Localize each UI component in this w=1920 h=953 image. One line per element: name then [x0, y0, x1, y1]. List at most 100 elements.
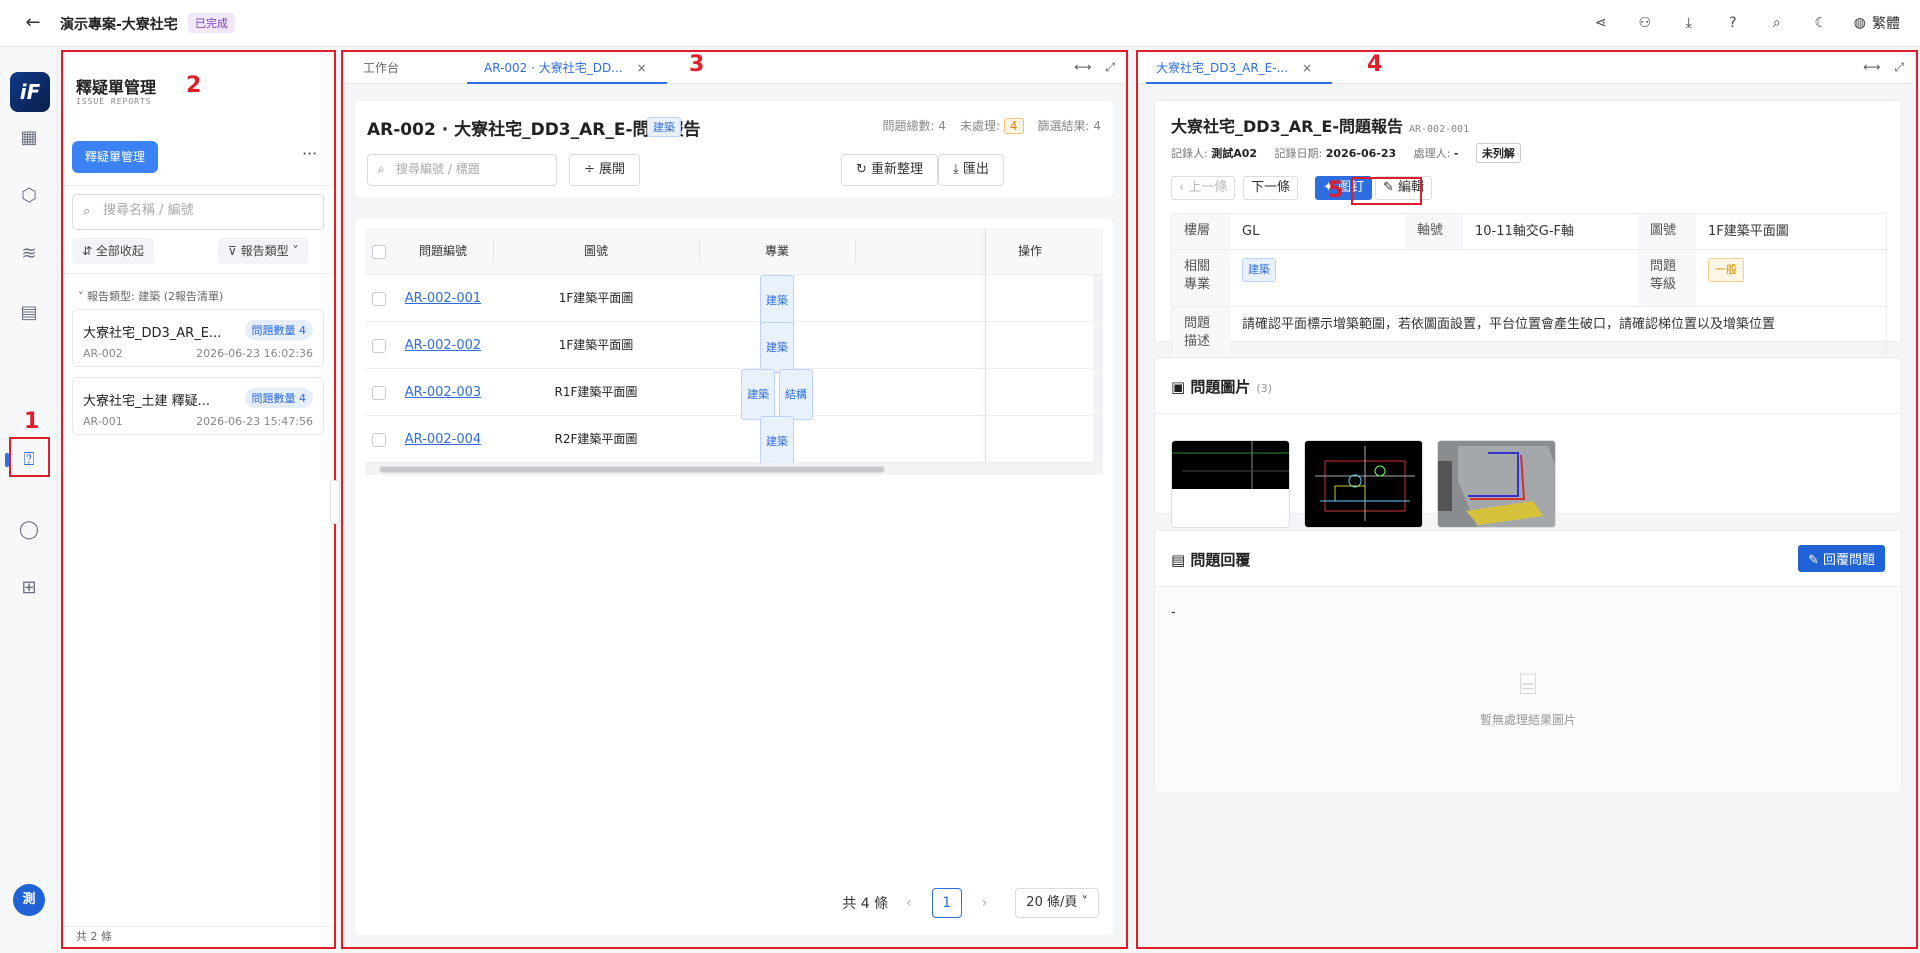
issue-id-link[interactable]: AR-002-004	[405, 432, 481, 447]
issue-image-thumbnail[interactable]	[1304, 440, 1423, 528]
table-row[interactable]: AR-002-004 R2F建築平面圖 建築	[365, 416, 1103, 467]
fixed-column-divider	[985, 228, 986, 463]
level-value: 一般	[1696, 250, 1886, 290]
issue-image-thumbnail[interactable]	[1437, 440, 1556, 528]
dashboard-icon[interactable]: ▦	[17, 126, 41, 150]
language-switch[interactable]: ◍ 繁體	[1854, 13, 1900, 33]
page-size-select[interactable]: 20 條/頁 ˅	[1015, 888, 1099, 918]
share-icon[interactable]: ⋖	[1590, 12, 1612, 34]
fit-width-icon[interactable]: ⟷	[1074, 60, 1091, 74]
search-input[interactable]	[103, 203, 313, 218]
tab-label: 工作台	[363, 61, 400, 75]
discipline-tag: 建築	[647, 117, 681, 137]
image-add-icon[interactable]: ⊞	[17, 576, 41, 600]
prev-page-icon[interactable]: ‹	[906, 895, 912, 911]
reply-content: -	[1171, 605, 1176, 620]
active-indicator	[5, 453, 9, 467]
record-date: 2026-06-23	[1325, 147, 1397, 160]
issue-search-box[interactable]: ⌕	[367, 154, 557, 186]
close-icon[interactable]: ×	[1302, 61, 1312, 75]
table-row[interactable]: AR-002-002 1F建築平面圖 建築	[365, 322, 1103, 373]
prev-issue-button[interactable]: ‹ 上一條	[1171, 176, 1236, 200]
horizontal-scrollbar[interactable]	[365, 463, 1103, 475]
chat-icon[interactable]: ◯	[17, 518, 41, 542]
collapse-all-button[interactable]: ⇵ 全部收起	[72, 238, 154, 264]
pin-button[interactable]: ✦ 图钉	[1315, 176, 1373, 200]
page-number[interactable]: 1	[931, 888, 962, 918]
issue-manage-button[interactable]: 釋疑單管理	[72, 141, 158, 173]
fit-width-icon[interactable]: ⟷	[1863, 60, 1880, 74]
discipline-tag: 建築	[741, 369, 776, 420]
panel-title: 釋疑單管理	[76, 78, 157, 97]
more-options-icon[interactable]: ···	[302, 144, 317, 163]
user-avatar[interactable]: 測	[13, 884, 45, 916]
tab-issue-detail[interactable]: 大寮社宅_DD3_AR_E-... ×	[1146, 52, 1333, 84]
expand-button[interactable]: ÷ 展開	[569, 154, 641, 186]
vertical-scrollbar[interactable]	[1093, 275, 1103, 463]
group-header[interactable]: ˅ 報告類型: 建築 (2報告清單)	[78, 288, 223, 304]
scrollbar-thumb[interactable]	[379, 466, 885, 473]
images-title: 問題圖片	[1190, 378, 1251, 396]
issue-search-input[interactable]	[396, 162, 546, 176]
next-page-icon[interactable]: ›	[982, 895, 988, 911]
discipline-cell: 建築	[699, 416, 855, 467]
reply-issue-button[interactable]: ✎ 回覆問題	[1797, 545, 1885, 572]
discipline-tag: 建築	[760, 416, 794, 467]
tab-report-ar-002[interactable]: AR-002 · 大寮社宅_DD... ×	[467, 52, 667, 84]
discipline-cell: 建築	[699, 275, 855, 326]
column-header: 操作	[1017, 244, 1042, 258]
discipline-label: 相關 專業	[1172, 250, 1230, 306]
edit-button[interactable]: ✎ 編輯	[1375, 176, 1433, 200]
images-section-title: ▣ 問題圖片 (3)	[1171, 376, 1272, 397]
issue-report-icon[interactable]: ⍰	[17, 448, 41, 472]
axis-label: 軸號	[1405, 214, 1463, 249]
description-value: 請確認平面標示增築範圍，若依圖面設置，平台位置會產生破口，請確認梯位置以及增築位…	[1242, 317, 1776, 332]
table-row[interactable]: AR-002-001 1F建築平面圖 建築	[365, 275, 1103, 326]
user-settings-icon[interactable]: ⚇	[1634, 12, 1656, 34]
column-header: 專業	[764, 244, 789, 258]
drawing-cell: 1F建築平面圖	[558, 338, 634, 352]
table-row[interactable]: AR-002-003 R1F建築平面圖 建築 結構	[365, 369, 1103, 420]
fullscreen-icon[interactable]: ⤢	[1894, 60, 1904, 74]
select-all-checkbox[interactable]	[372, 244, 386, 259]
refresh-button[interactable]: ↻ 重新整理	[841, 154, 939, 186]
issue-id-link[interactable]: AR-002-002	[405, 338, 481, 353]
issue-title: 大寮社宅_DD3_AR_E-問題報告 AR-002-001	[1171, 113, 1469, 137]
report-card[interactable]: 大寮社宅_DD3_AR_E... 問題數量 4 AR-002 2026-06-2…	[72, 309, 324, 367]
list-total: 共 2 條	[62, 926, 333, 947]
collapse-all-label: 全部收起	[95, 244, 144, 258]
row-checkbox[interactable]	[372, 385, 386, 400]
globe-icon: ◍	[1853, 15, 1866, 31]
empty-message: 暫無處理結果圖片	[1479, 713, 1576, 727]
download-icon[interactable]: ⤓	[1678, 12, 1700, 34]
issue-id-link[interactable]: AR-002-001	[405, 291, 481, 306]
date-label: 記錄日期:	[1274, 147, 1323, 160]
panel-resize-handle[interactable]	[330, 480, 340, 524]
help-icon[interactable]: ?	[1722, 12, 1744, 34]
issue-image-thumbnail[interactable]	[1171, 440, 1290, 528]
fullscreen-icon[interactable]: ⤢	[1105, 60, 1115, 74]
search-icon[interactable]: ⌕	[1766, 12, 1788, 34]
issue-id-cell: AR-002-003	[393, 369, 493, 416]
row-checkbox[interactable]	[372, 291, 386, 306]
search-box[interactable]: ⌕	[72, 194, 324, 230]
close-icon[interactable]: ×	[637, 61, 647, 75]
drawing-cell: R1F建築平面圖	[554, 385, 638, 399]
back-arrow-icon[interactable]: ←	[22, 12, 44, 34]
recorder: 測試A02	[1211, 147, 1258, 160]
export-button[interactable]: ⤓ 匯出	[938, 154, 1004, 186]
document-icon[interactable]: ▤	[17, 301, 41, 325]
app-logo[interactable]: iF	[10, 72, 50, 112]
next-issue-button[interactable]: 下一條	[1243, 176, 1299, 200]
model-cube-icon[interactable]: ⬡	[17, 184, 41, 208]
dark-mode-icon[interactable]: ☾	[1810, 12, 1832, 34]
report-type-filter[interactable]: ⊽ 報告類型 ˅	[218, 238, 309, 264]
issue-id-link[interactable]: AR-002-003	[405, 385, 481, 400]
layers-icon[interactable]: ≋	[17, 242, 41, 266]
tab-workbench[interactable]: 工作台	[363, 52, 399, 84]
row-checkbox[interactable]	[372, 432, 386, 447]
row-checkbox[interactable]	[372, 338, 386, 353]
report-card[interactable]: 大寮社宅_土建 釋疑... 問題數量 4 AR-001 2026-06-23 1…	[72, 377, 324, 435]
row-select-cell	[365, 416, 393, 463]
recorder-label: 記錄人:	[1171, 147, 1208, 160]
